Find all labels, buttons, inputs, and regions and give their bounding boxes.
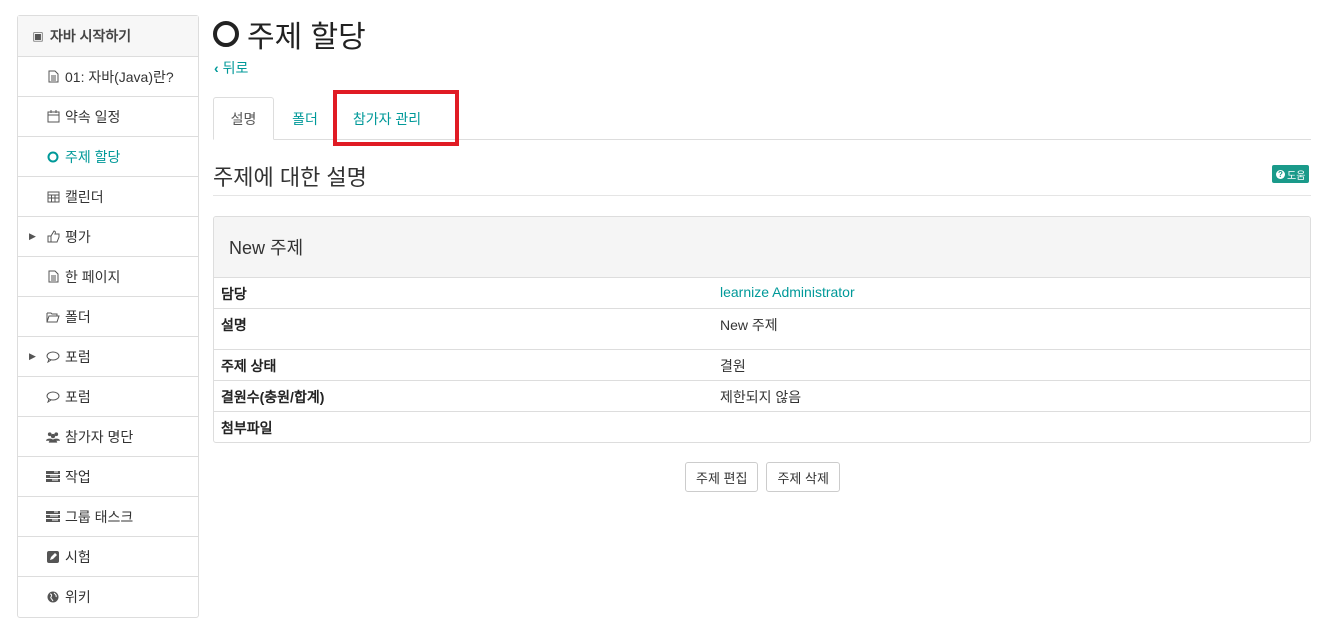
page-title: 주제 할당 [213, 12, 366, 56]
sidebar-item-folder[interactable]: 폴더 [18, 297, 198, 337]
users-icon [46, 430, 60, 444]
sidebar-item-tasks[interactable]: 작업 [18, 457, 198, 497]
sidebar-item-participants[interactable]: 참가자 명단 [18, 417, 198, 457]
tab-folder[interactable]: 폴더 [275, 97, 335, 140]
back-link-label: 뒤로 [222, 60, 249, 76]
action-buttons: 주제 편집 주제 삭제 [685, 462, 840, 492]
row-value: 제한되지 않음 [720, 389, 802, 405]
thumbs-up-icon [46, 230, 60, 244]
row-value: New 주제 [720, 317, 778, 333]
comments-icon [46, 390, 60, 404]
table-row: 결원수(충원/합계) 제한되지 않음 [214, 381, 1310, 412]
row-key: 결원수(충원/합계) [221, 389, 325, 405]
section-title: 주제에 대한 설명 [213, 165, 367, 190]
row-key: 담당 [221, 286, 247, 302]
sidebar-item-exam[interactable]: 시험 [18, 537, 198, 577]
row-value [713, 412, 1310, 442]
back-link[interactable]: ‹ 뒤로 [214, 58, 248, 78]
circle-icon [46, 150, 60, 164]
highlight-box [333, 90, 459, 146]
sidebar-item-label: 캘린더 [65, 188, 104, 205]
sidebar-item-topic-assignment[interactable]: 주제 할당 [18, 137, 198, 177]
edit-topic-button[interactable]: 주제 편집 [685, 462, 759, 492]
cube-icon: ▣ [32, 29, 44, 43]
document-icon [46, 70, 60, 84]
table-row: 주제 상태 결원 [214, 350, 1310, 381]
page-title-text: 주제 할당 [247, 21, 366, 54]
caret-right-icon[interactable]: ▶ [29, 351, 36, 362]
sidebar-item-appointment[interactable]: 약속 일정 [18, 97, 198, 137]
sidebar-header[interactable]: ▣ 자바 시작하기 [18, 16, 198, 57]
tab-description[interactable]: 설명 [213, 97, 274, 140]
sidebar-item-label: 01: 자바(Java)란? [65, 68, 174, 85]
chevron-left-icon: ‹ [214, 60, 219, 76]
question-icon: ? [1276, 169, 1285, 179]
course-sidebar: ▣ 자바 시작하기 01: 자바(Java)란? 약속 일정 주제 할당 캘린더… [17, 15, 199, 618]
tab-label: 폴더 [292, 110, 318, 127]
calendar-icon [46, 110, 60, 124]
table-row: 담당 learnize Administrator [214, 278, 1310, 309]
tasks-icon [46, 510, 60, 524]
panel-heading: New 주제 [214, 217, 1310, 278]
manager-link[interactable]: learnize Administrator [713, 278, 1310, 308]
sidebar-item-evaluation[interactable]: ▶ 평가 [18, 217, 198, 257]
circle-icon [213, 21, 239, 47]
sidebar-item-label: 포럼 [65, 388, 91, 405]
sidebar-item-java-intro[interactable]: 01: 자바(Java)란? [18, 57, 198, 97]
help-label: 도움 [1287, 170, 1306, 182]
sidebar-item-one-page[interactable]: 한 페이지 [18, 257, 198, 297]
sidebar-item-label: 약속 일정 [65, 108, 121, 125]
sidebar-item-calendar[interactable]: 캘린더 [18, 177, 198, 217]
calendar-grid-icon [46, 190, 60, 204]
sidebar-item-label: 시험 [65, 548, 91, 565]
edit-icon [46, 550, 60, 564]
sidebar-item-label: 작업 [65, 468, 91, 485]
row-key: 설명 [221, 317, 247, 333]
sidebar-item-label: 그룹 태스크 [65, 508, 134, 525]
document-icon [46, 270, 60, 284]
row-key: 첨부파일 [221, 420, 273, 436]
sidebar-item-forum[interactable]: 포럼 [18, 377, 198, 417]
sidebar-header-label: 자바 시작하기 [50, 28, 132, 44]
comments-icon [46, 350, 60, 364]
folder-open-icon [46, 310, 60, 324]
table-row: 첨부파일 [214, 412, 1310, 442]
divider [213, 195, 1311, 196]
sidebar-item-label: 참가자 명단 [65, 428, 134, 445]
sidebar-item-wiki[interactable]: 위키 [18, 577, 198, 617]
row-key: 주제 상태 [221, 358, 277, 374]
sidebar-item-label: 주제 할당 [65, 148, 121, 165]
tasks-icon [46, 470, 60, 484]
help-button[interactable]: ? 도움 [1272, 165, 1310, 183]
sidebar-item-forum-group[interactable]: ▶ 포럼 [18, 337, 198, 377]
sidebar-item-label: 포럼 [65, 348, 91, 365]
sidebar-item-group-tasks[interactable]: 그룹 태스크 [18, 497, 198, 537]
delete-topic-button[interactable]: 주제 삭제 [766, 462, 840, 492]
tab-label: 설명 [230, 110, 257, 127]
sidebar-item-label: 한 페이지 [65, 268, 121, 285]
topic-detail-panel: New 주제 담당 learnize Administrator 설명 New … [213, 216, 1311, 443]
table-row: 설명 New 주제 [214, 309, 1310, 350]
row-value: 결원 [720, 358, 746, 374]
sidebar-item-label: 평가 [65, 228, 91, 245]
caret-right-icon[interactable]: ▶ [29, 231, 36, 242]
globe-icon [46, 590, 60, 604]
sidebar-item-label: 위키 [65, 589, 91, 605]
sidebar-item-label: 폴더 [65, 308, 91, 325]
